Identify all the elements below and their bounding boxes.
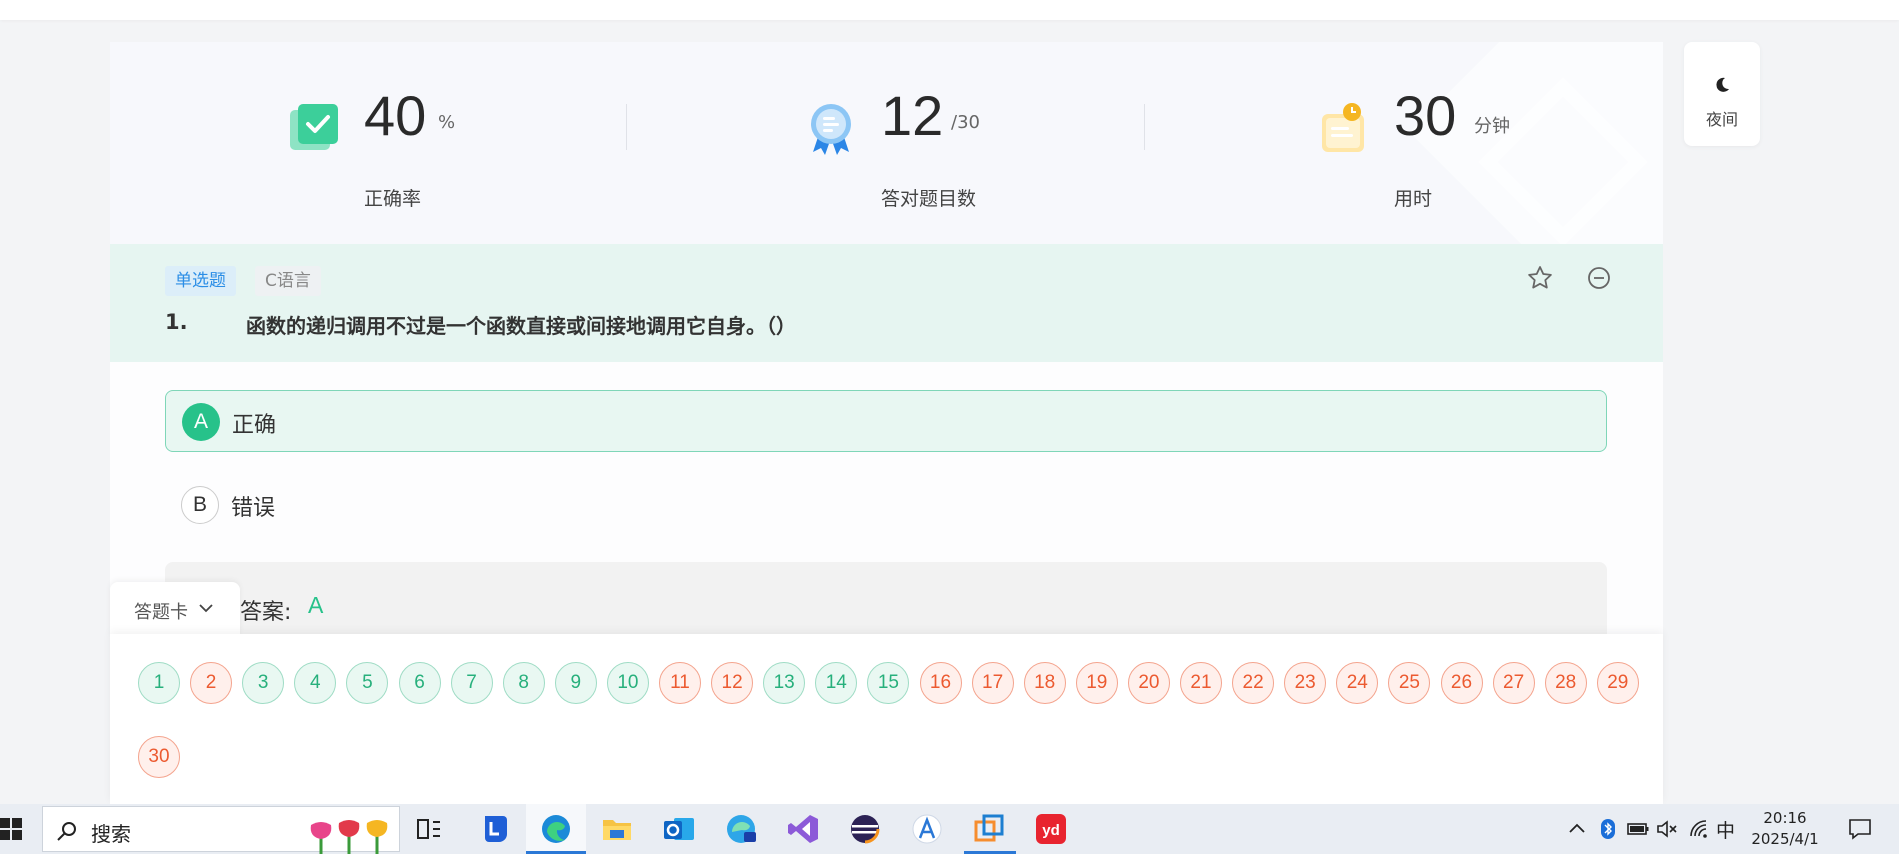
correct-label: 答对题目数 [881, 188, 977, 210]
notification-icon[interactable] [1848, 818, 1872, 840]
answer-value: A [308, 592, 324, 618]
question-type-tag: 单选题 [165, 266, 236, 296]
lenovo-icon[interactable] [477, 812, 511, 846]
windows-start-icon[interactable] [0, 818, 22, 840]
accuracy-label: 正确率 [364, 188, 422, 210]
checklist-icon [290, 104, 338, 150]
accuracy-value: 40 [364, 84, 427, 147]
chevron-up-icon[interactable] [1568, 822, 1586, 834]
answer-sheet-item[interactable]: 9 [554, 662, 597, 704]
time-label: 用时 [1394, 188, 1433, 210]
clock-date: 2025/4/1 [1751, 830, 1819, 848]
app-a-icon[interactable] [910, 812, 944, 846]
answer-sheet-item[interactable]: 5 [346, 662, 389, 704]
bluetooth-icon[interactable] [1600, 818, 1616, 840]
divider [1144, 104, 1145, 150]
subject-tag: C语言 [255, 266, 321, 296]
answer-sheet-item[interactable]: 28 [1544, 662, 1587, 704]
volume-muted-icon[interactable] [1656, 819, 1678, 839]
answer-sheet-item[interactable]: 26 [1440, 662, 1483, 704]
edge-ai-icon[interactable] [724, 812, 758, 846]
option-b[interactable]: B 错误 [165, 474, 1607, 536]
answer-sheet-item[interactable]: 12 [711, 662, 754, 704]
correct-value: 12 [881, 84, 944, 147]
answer-sheet-item[interactable]: 4 [294, 662, 337, 704]
taskbar-search[interactable]: 搜索 [42, 806, 400, 854]
night-mode-label: 夜间 [1705, 110, 1738, 129]
answer-sheet-item[interactable]: 29 [1596, 662, 1639, 704]
visual-studio-icon[interactable] [786, 812, 820, 846]
answer-sheet-item[interactable]: 27 [1492, 662, 1535, 704]
ime-indicator[interactable]: 中 [1716, 816, 1735, 843]
answer-sheet-item[interactable]: 13 [763, 662, 806, 704]
award-ribbon-icon [811, 104, 851, 155]
time-unit: 分钟 [1474, 116, 1510, 137]
answer-sheet-item[interactable]: 19 [1075, 662, 1118, 704]
search-icon [57, 822, 76, 841]
answer-sheet-item[interactable]: 1 [138, 662, 180, 704]
answer-sheet-item[interactable]: 15 [867, 662, 910, 704]
option-key: B [181, 486, 219, 524]
question-number: 1. [165, 310, 188, 334]
answer-sheet-item[interactable]: 16 [919, 662, 962, 704]
night-mode-button[interactable]: 夜间 [1684, 42, 1760, 146]
wifi-icon[interactable] [1688, 818, 1710, 840]
top-bar [0, 0, 1899, 20]
answer-sheet-item[interactable]: 30 [138, 736, 180, 778]
accuracy-unit: % [438, 112, 456, 133]
svg-text:yd: yd [1042, 822, 1060, 839]
stat-correct-count: 12 /30 答对题目数 [803, 80, 1103, 210]
stats-panel: 40 % 正确率 12 /30 答对题目数 30 分钟 用时 [110, 42, 1663, 244]
search-label: 搜索 [91, 822, 131, 846]
question-text: 函数的递归调用不过是一个函数直接或间接地调用它自身。（） [246, 314, 796, 338]
moon-icon [1716, 77, 1729, 92]
chevron-down-icon [199, 604, 213, 613]
answer-sheet-item[interactable]: 10 [606, 662, 649, 704]
answer-sheet-item[interactable]: 18 [1023, 662, 1066, 704]
task-view-icon[interactable] [412, 812, 446, 846]
option-text: 错误 [231, 496, 276, 521]
star-icon[interactable] [1524, 262, 1556, 294]
answer-sheet-item[interactable]: 24 [1336, 662, 1379, 704]
option-key: A [182, 403, 220, 441]
answer-sheet-item[interactable]: 17 [971, 662, 1014, 704]
outlook-icon[interactable] [662, 812, 696, 846]
answer-sheet-item[interactable]: 23 [1284, 662, 1327, 704]
time-value: 30 [1394, 84, 1457, 147]
vmware-icon[interactable] [972, 812, 1006, 846]
question-header: 单选题 C语言 1. 函数的递归调用不过是一个函数直接或间接地调用它自身。（） [110, 244, 1663, 362]
option-a[interactable]: A 正确 [165, 390, 1607, 452]
answer-sheet-item[interactable]: 2 [190, 662, 233, 704]
answer-sheet-label: 答题卡 [134, 602, 188, 623]
stat-time: 30 分钟 用时 [1316, 80, 1616, 210]
clock-time: 20:16 [1763, 809, 1807, 827]
answer-sheet: 1 2 3 4 5 6 7 8 9 10 11 12 13 14 15 16 17 18 19 20 21 22 23 24 2… [110, 634, 1663, 804]
option-text: 正确 [232, 413, 277, 438]
eclipse-icon[interactable] [848, 812, 882, 846]
timer-notebook-icon [1322, 103, 1364, 152]
youdao-icon[interactable]: yd [1034, 812, 1068, 846]
answer-sheet-item[interactable]: 22 [1232, 662, 1275, 704]
divider [626, 104, 627, 150]
answer-sheet-item[interactable]: 25 [1388, 662, 1431, 704]
remove-icon[interactable] [1583, 262, 1615, 294]
answer-sheet-item[interactable]: 7 [450, 662, 493, 704]
answer-sheet-item[interactable]: 6 [398, 662, 441, 704]
stat-accuracy: 40 % 正确率 [286, 80, 586, 210]
answer-sheet-item[interactable]: 14 [815, 662, 858, 704]
answer-sheet-item[interactable]: 20 [1127, 662, 1170, 704]
answer-sheet-item[interactable]: 21 [1180, 662, 1222, 704]
correct-total: /30 [951, 112, 980, 133]
answer-sheet-item[interactable]: 11 [659, 662, 701, 704]
answer-sheet-item[interactable]: 8 [502, 662, 545, 704]
system-clock[interactable]: 20:16 2025/4/1 [1740, 808, 1830, 850]
answer-sheet-item[interactable]: 3 [242, 662, 285, 704]
battery-icon[interactable] [1626, 821, 1650, 837]
file-explorer-icon[interactable] [600, 812, 634, 846]
tulips-icon [310, 820, 388, 854]
taskbar: 搜索 yd 中 20:16 2025/4/1 [0, 804, 1899, 854]
edge-icon[interactable] [539, 812, 573, 846]
answer-sheet-toggle[interactable]: 答题卡 [110, 582, 240, 636]
answer-label: 答案: [240, 600, 292, 625]
